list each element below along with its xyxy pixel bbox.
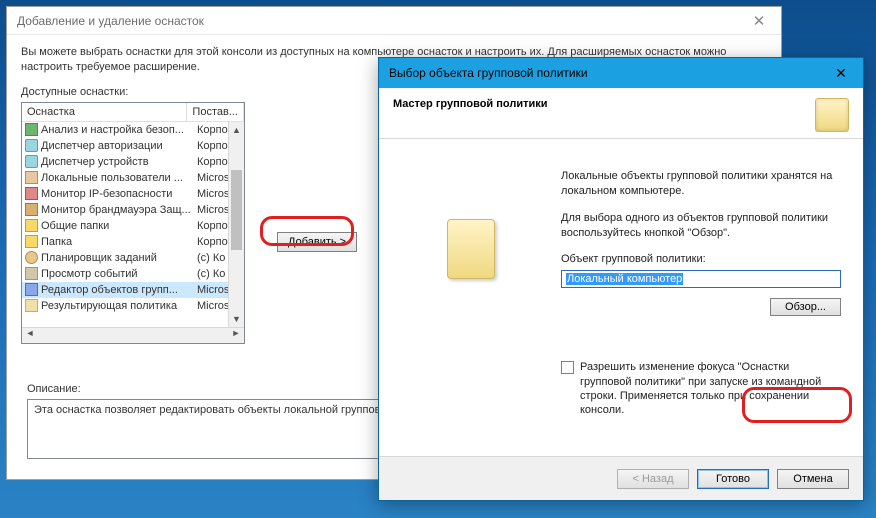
snapin-name: Планировщик заданий bbox=[41, 252, 157, 264]
snapin-name: Диспетчер устройств bbox=[41, 156, 149, 168]
scroll-down-arrow[interactable]: ▼ bbox=[229, 311, 244, 327]
description-label: Описание: bbox=[27, 383, 81, 395]
snapin-name: Результирующая политика bbox=[41, 300, 177, 312]
wizard-text-1: Локальные объекты групповой политики хра… bbox=[561, 169, 841, 199]
scroll-large-icon bbox=[447, 219, 495, 279]
table-row[interactable]: Редактор объектов групп...Micros bbox=[22, 282, 244, 298]
snapin-icon bbox=[25, 219, 38, 232]
tutorial-highlight-add bbox=[260, 216, 354, 246]
snapin-icon bbox=[25, 123, 38, 136]
table-body: Анализ и настройка безоп...КорпоДиспетче… bbox=[22, 122, 244, 327]
table-header[interactable]: Оснастка Постав... bbox=[22, 103, 244, 122]
snapin-icon bbox=[25, 235, 38, 248]
snapin-icon bbox=[25, 267, 38, 280]
wizard-title: Мастер групповой политики bbox=[393, 98, 548, 110]
table-row[interactable]: Монитор брандмауэра Защ...Micros bbox=[22, 202, 244, 218]
wizard-footer: < Назад Готово Отмена bbox=[379, 456, 863, 500]
horizontal-scrollbar[interactable]: ◄ ► bbox=[22, 327, 244, 343]
snapin-icon bbox=[25, 187, 38, 200]
col-vendor[interactable]: Постав... bbox=[187, 103, 244, 121]
snapin-icon bbox=[25, 299, 38, 312]
snapin-icon bbox=[25, 139, 38, 152]
close-icon[interactable]: ✕ bbox=[743, 12, 775, 30]
snapin-name: Редактор объектов групп... bbox=[41, 284, 178, 296]
table-row[interactable]: Монитор IP-безопасностиMicros bbox=[22, 186, 244, 202]
table-row[interactable]: Просмотр событий(c) Ко bbox=[22, 266, 244, 282]
table-row[interactable]: Планировщик заданий(c) Ко bbox=[22, 250, 244, 266]
snapin-name: Просмотр событий bbox=[41, 268, 138, 280]
snapin-icon bbox=[25, 251, 38, 264]
close-icon[interactable]: ✕ bbox=[819, 58, 863, 88]
table-row[interactable]: Локальные пользователи ...Micros bbox=[22, 170, 244, 186]
table-row[interactable]: Диспетчер авторизацииКорпо bbox=[22, 138, 244, 154]
gpo-wizard-window: Выбор объекта групповой политики ✕ Масте… bbox=[378, 57, 864, 501]
snapin-name: Монитор IP-безопасности bbox=[41, 188, 172, 200]
snapin-icon bbox=[25, 283, 38, 296]
vertical-scrollbar[interactable]: ▲ ▼ bbox=[228, 122, 244, 327]
titlebar[interactable]: Добавление и удаление оснасток ✕ bbox=[7, 7, 781, 35]
browse-button[interactable]: Обзор... bbox=[770, 298, 841, 316]
snapin-name: Монитор брандмауэра Защ... bbox=[41, 204, 191, 216]
tutorial-highlight-browse bbox=[742, 387, 852, 423]
snapin-name: Папка bbox=[41, 236, 72, 248]
cancel-button[interactable]: Отмена bbox=[777, 469, 849, 489]
window-title: Добавление и удаление оснасток bbox=[17, 14, 204, 28]
window-title: Выбор объекта групповой политики bbox=[389, 66, 588, 80]
wizard-text-2: Для выбора одного из объектов групповой … bbox=[561, 211, 841, 241]
gpo-object-field[interactable]: Локальный компьютер bbox=[561, 270, 841, 288]
wizard-header: Мастер групповой политики bbox=[379, 88, 863, 139]
scroll-up-arrow[interactable]: ▲ bbox=[229, 122, 244, 138]
gpo-object-value: Локальный компьютер bbox=[566, 273, 683, 285]
snapins-table: Оснастка Постав... Анализ и настройка бе… bbox=[21, 102, 245, 344]
snapin-icon bbox=[25, 155, 38, 168]
snapin-name: Анализ и настройка безоп... bbox=[41, 124, 184, 136]
scroll-icon bbox=[815, 98, 849, 132]
finish-button[interactable]: Готово bbox=[697, 469, 769, 489]
gpo-field-label: Объект групповой политики: bbox=[561, 252, 841, 267]
snapin-name: Локальные пользователи ... bbox=[41, 172, 183, 184]
snapin-icon bbox=[25, 171, 38, 184]
scroll-right-arrow[interactable]: ► bbox=[228, 328, 244, 343]
table-row[interactable]: Анализ и настройка безоп...Корпо bbox=[22, 122, 244, 138]
scroll-left-arrow[interactable]: ◄ bbox=[22, 328, 38, 343]
snapin-icon bbox=[25, 203, 38, 216]
scroll-thumb[interactable] bbox=[231, 170, 242, 250]
snapin-name: Общие папки bbox=[41, 220, 109, 232]
col-snapin[interactable]: Оснастка bbox=[22, 103, 187, 121]
table-row[interactable]: Результирующая политикаMicros bbox=[22, 298, 244, 314]
wizard-graphic-pane bbox=[401, 169, 541, 417]
snapin-name: Диспетчер авторизации bbox=[41, 140, 163, 152]
allow-focus-checkbox[interactable] bbox=[561, 361, 574, 374]
back-button: < Назад bbox=[617, 469, 689, 489]
table-row[interactable]: Диспетчер устройствКорпо bbox=[22, 154, 244, 170]
table-row[interactable]: ПапкаКорпо bbox=[22, 234, 244, 250]
titlebar[interactable]: Выбор объекта групповой политики ✕ bbox=[379, 58, 863, 88]
table-row[interactable]: Общие папкиКорпо bbox=[22, 218, 244, 234]
